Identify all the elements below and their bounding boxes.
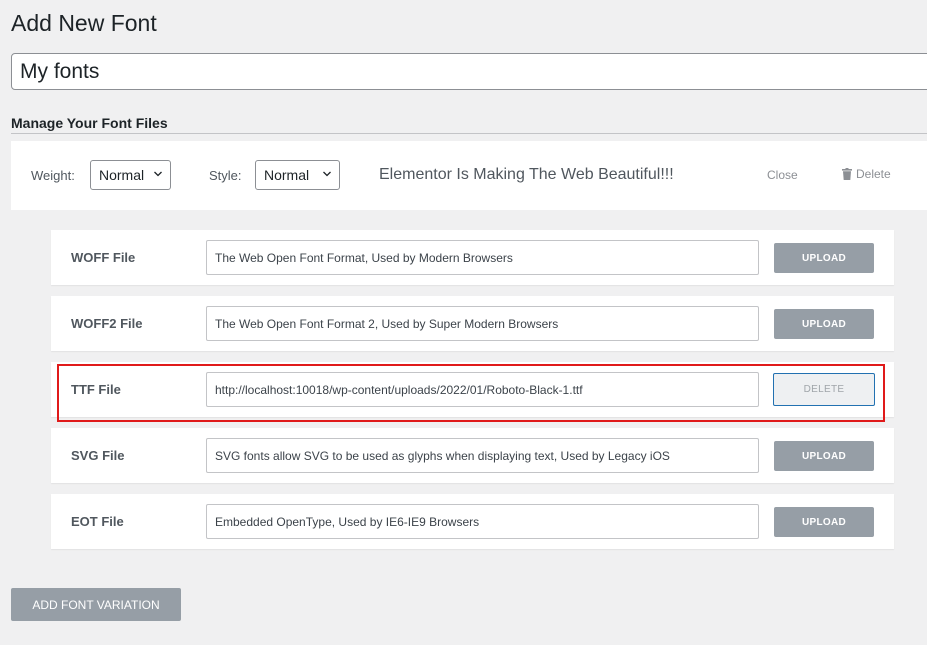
file-label: TTF File	[71, 382, 121, 397]
page-title: Add New Font	[11, 10, 157, 36]
font-preview-text: Elementor Is Making The Web Beautiful!!!	[379, 166, 674, 183]
delete-variation-link[interactable]: Delete	[842, 167, 891, 181]
chevron-down-icon	[323, 171, 331, 177]
font-title-input[interactable]	[11, 53, 927, 90]
close-link[interactable]: Close	[767, 168, 798, 182]
delete-file-button[interactable]: DELETE	[773, 373, 875, 406]
file-label: EOT File	[71, 514, 124, 529]
trash-icon	[842, 168, 852, 180]
chevron-down-icon	[154, 171, 162, 177]
file-label: WOFF2 File	[71, 316, 143, 331]
file-label: SVG File	[71, 448, 125, 463]
file-row-eot: EOT File UPLOAD	[51, 494, 894, 549]
upload-button[interactable]: UPLOAD	[774, 507, 874, 537]
font-variation-header: Weight: Normal Style: Normal Elementor I…	[11, 141, 927, 210]
file-row-woff2: WOFF2 File UPLOAD	[51, 296, 894, 351]
file-url-input[interactable]	[206, 438, 759, 473]
weight-select-value: Normal	[99, 167, 145, 183]
upload-button[interactable]: UPLOAD	[774, 441, 874, 471]
file-label: WOFF File	[71, 250, 136, 265]
file-url-input[interactable]	[206, 240, 759, 275]
file-row-woff: WOFF File UPLOAD	[51, 230, 894, 285]
section-title: Manage Your Font Files	[11, 115, 168, 131]
font-files-area: WOFF File UPLOAD WOFF2 File UPLOAD TTF F…	[11, 210, 927, 570]
weight-select[interactable]: Normal	[90, 160, 171, 190]
file-row-ttf: TTF File DELETE	[51, 362, 894, 417]
style-select-value: Normal	[264, 167, 310, 183]
style-select[interactable]: Normal	[255, 160, 340, 190]
file-url-input[interactable]	[206, 372, 759, 407]
upload-button[interactable]: UPLOAD	[774, 309, 874, 339]
file-url-input[interactable]	[206, 306, 759, 341]
add-font-variation-button[interactable]: ADD FONT VARIATION	[11, 588, 181, 621]
section-divider	[11, 133, 927, 134]
file-url-input[interactable]	[206, 504, 759, 539]
file-row-svg: SVG File UPLOAD	[51, 428, 894, 483]
delete-variation-label: Delete	[856, 167, 891, 181]
upload-button[interactable]: UPLOAD	[774, 243, 874, 273]
style-label: Style:	[209, 168, 242, 183]
weight-label: Weight:	[31, 168, 75, 183]
